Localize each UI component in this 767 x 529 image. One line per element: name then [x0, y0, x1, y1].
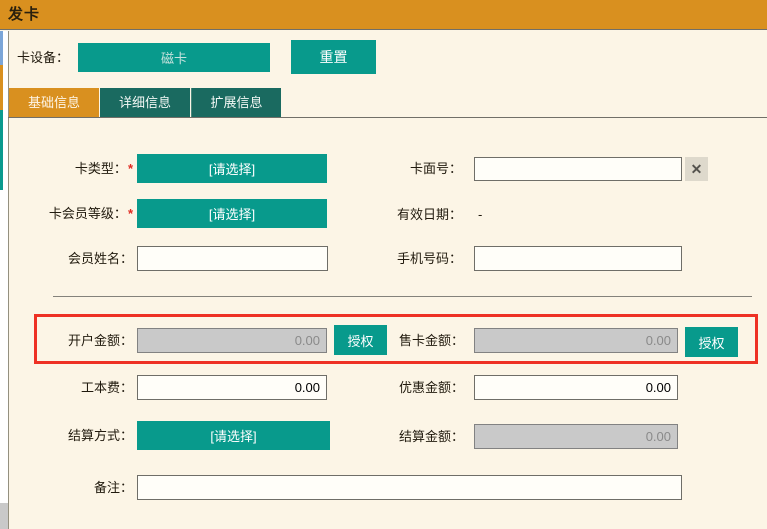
sell-amount-label: 售卡金额：	[398, 333, 464, 348]
member-level-select-button[interactable]: [请选择]	[137, 199, 327, 228]
member-level-label: 卡会员等级：*	[48, 206, 133, 221]
valid-date-label: 有效日期：	[396, 207, 462, 222]
cost-fee-input[interactable]	[137, 375, 327, 400]
card-device-label: 卡设备：	[17, 50, 70, 65]
window-header: 发卡	[0, 0, 767, 30]
remark-input[interactable]	[137, 475, 682, 500]
reset-button[interactable]: 重置	[291, 40, 376, 74]
tab-extend-info[interactable]: 扩展信息	[191, 88, 281, 117]
member-name-input[interactable]	[137, 246, 328, 271]
cost-fee-label: 工本费：	[80, 380, 133, 395]
valid-date-value: -	[478, 207, 483, 222]
settle-amount-input	[474, 424, 678, 449]
sidebar-sliver-orange	[0, 65, 3, 110]
settle-method-select-button[interactable]: [请选择]	[137, 421, 330, 450]
open-amount-input	[137, 328, 327, 353]
card-device-button[interactable]: 磁卡	[78, 43, 270, 72]
remark-label: 备注：	[93, 480, 133, 495]
required-asterisk: *	[127, 206, 133, 221]
section-divider	[53, 296, 752, 297]
sell-amount-input	[474, 328, 678, 353]
discount-amount-input[interactable]	[474, 375, 678, 400]
required-asterisk: *	[127, 161, 133, 176]
discount-amount-label: 优惠金额：	[398, 380, 464, 395]
settle-amount-label: 结算金额：	[398, 429, 464, 444]
settle-method-label: 结算方式：	[67, 428, 133, 443]
mobile-label: 手机号码：	[396, 251, 462, 266]
sell-amount-authorize-button[interactable]: 授权	[685, 327, 738, 357]
tab-basic-info[interactable]: 基础信息	[9, 88, 99, 117]
sidebar-sliver-blue	[0, 31, 3, 65]
sidebar-sliver-teal	[0, 110, 3, 190]
issue-card-window: 发卡 卡设备： 磁卡 重置 基础信息 详细信息 扩展信息 卡类型：* [请选择]…	[0, 0, 767, 529]
left-bottom-block	[0, 503, 8, 529]
card-type-select-button[interactable]: [请选择]	[137, 154, 327, 183]
tab-detail-info[interactable]: 详细信息	[100, 88, 190, 117]
card-face-no-label: 卡面号：	[409, 161, 462, 176]
clear-icon[interactable]: ✕	[685, 157, 708, 181]
tab-strip-underline	[8, 117, 767, 118]
page-title: 发卡	[8, 6, 41, 23]
open-amount-label: 开户金额：	[67, 333, 133, 348]
card-face-no-input[interactable]	[474, 157, 682, 181]
mobile-input[interactable]	[474, 246, 682, 271]
card-type-label: 卡类型：*	[74, 161, 133, 176]
member-name-label: 会员姓名：	[67, 251, 133, 266]
